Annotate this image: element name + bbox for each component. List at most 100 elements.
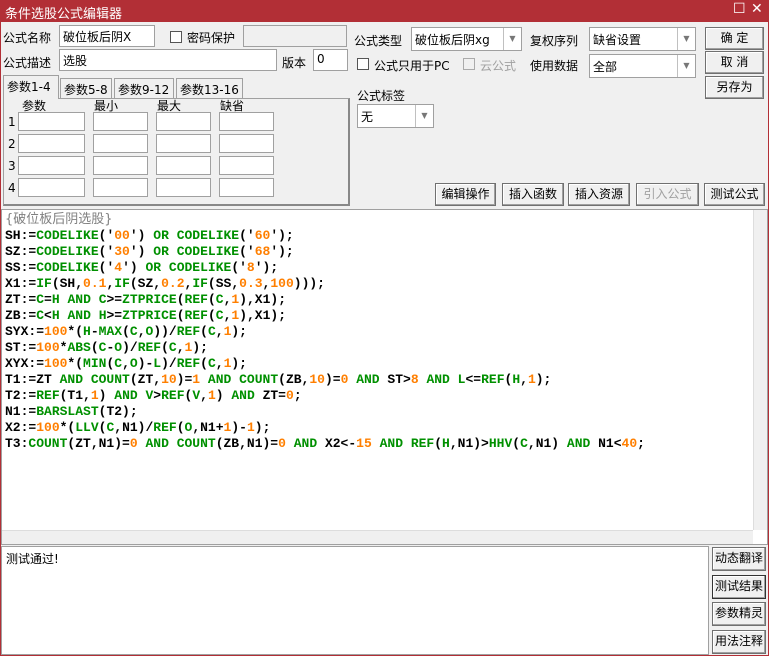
code-token: H [83,324,91,339]
password-checkbox[interactable] [170,31,182,43]
import-formula-button[interactable]: 引入公式 [636,183,699,206]
code-token: REF [36,388,60,403]
data-select[interactable]: 全部 ▼ [589,54,696,78]
result-text: 测试通过! [6,552,59,566]
code-token: REF [176,356,201,371]
rights-select[interactable]: 缺省设置 ▼ [589,27,696,51]
code-token: (SS, [207,276,240,291]
code-token: ; [637,436,645,451]
param-min-input[interactable] [93,156,148,175]
tag-select[interactable]: 无 ▼ [357,104,434,128]
param-max-input[interactable] [156,112,211,131]
param-max-input[interactable] [156,156,211,175]
maximize-icon[interactable]: ☐ [733,1,746,17]
code-token: 40 [621,436,638,451]
version-input[interactable]: 0 [313,49,348,71]
usage-notes-button[interactable]: 用法注释 [712,630,766,654]
code-token: CODELIKE [176,244,240,259]
vertical-scrollbar[interactable] [753,210,767,530]
insert-function-button[interactable]: 插入函数 [502,183,564,206]
code-token: ( [176,292,185,307]
name-input[interactable]: 破位板后阴X [59,25,155,47]
code-token: AND [114,388,138,403]
code-token: 100 [44,324,68,339]
desc-input[interactable]: 选股 [59,49,277,71]
test-formula-button[interactable]: 测试公式 [704,183,765,206]
code-token: , [520,372,528,387]
tab-params-1-4[interactable]: 参数1-4 [3,75,59,99]
code-line: ZB:=C<H AND H>=ZTPRICE(REF(C,1),X1); [5,308,645,324]
code-token: AND [426,372,450,387]
param-name-input[interactable] [18,178,85,197]
code-token: 1 [207,388,216,403]
code-line: {破位板后阴选股} [5,212,645,228]
code-token: ,N1)/ [114,420,154,435]
close-icon[interactable]: ✕ [751,1,763,17]
code-editor[interactable]: {破位板后阴选股} SH:=CODELIKE('00') OR CODELIKE(… [1,209,768,545]
code-token: O [129,356,138,371]
code-text[interactable]: {破位板后阴选股} SH:=CODELIKE('00') OR CODELIKE(… [5,212,645,452]
code-token: IF [192,276,208,291]
password-input[interactable] [243,25,347,47]
code-token: X1:= [5,276,37,291]
horizontal-scrollbar[interactable] [2,530,753,544]
code-token: SS:= [5,260,37,275]
code-token: 0.2 [161,276,185,291]
code-token: REF [184,292,208,307]
param-min-input[interactable] [93,134,148,153]
param-default-input[interactable] [219,156,274,175]
code-token: ST> [379,372,411,387]
code-line: SYX:=100*(H-MAX(C,O))/REF(C,1); [5,324,645,340]
param-wizard-button[interactable]: 参数精灵 [712,602,766,626]
code-token: )= [324,372,341,387]
chevron-down-icon: ▼ [503,28,521,50]
tab-params-9-12[interactable]: 参数9-12 [114,78,174,98]
code-token: COUNT [90,372,130,387]
save-as-button[interactable]: 另存为 [705,76,764,99]
cloud-checkbox[interactable] [463,58,475,70]
code-token: (' [239,228,255,243]
code-token: ( [200,356,208,371]
cancel-button[interactable]: 取 消 [705,51,764,74]
param-max-input[interactable] [156,134,211,153]
param-min-input[interactable] [93,178,148,197]
code-token: (SZ, [129,276,162,291]
tab-params-5-8[interactable]: 参数5-8 [60,78,112,98]
code-token: ') [129,228,154,243]
param-default-input[interactable] [219,178,274,197]
type-select[interactable]: 破位板后阴xg ▼ [411,27,522,51]
tab-params-13-16[interactable]: 参数13-16 [176,78,243,98]
test-result-button[interactable]: 测试结果 [712,575,766,599]
chevron-down-icon: ▼ [677,28,695,50]
code-token: ZTPRICE [122,292,177,307]
code-token: H [51,308,60,323]
ok-button[interactable]: 确 定 [705,27,764,50]
code-token: H [442,436,450,451]
code-token: >= [106,292,123,307]
param-name-input[interactable] [18,156,85,175]
code-token: AND [293,436,318,451]
code-token: AND [231,388,255,403]
code-token: ( [176,308,185,323]
param-name-input[interactable] [18,134,85,153]
code-token: ABS [67,340,91,355]
code-token: AND [145,436,169,451]
pc-only-checkbox[interactable] [357,58,369,70]
code-token: CODELIKE [36,260,99,275]
code-token: )- [231,420,247,435]
code-token: (T2); [98,404,138,419]
param-default-input[interactable] [219,112,274,131]
param-default-input[interactable] [219,134,274,153]
dynamic-translate-button[interactable]: 动态翻译 [712,547,766,571]
param-name-input[interactable] [18,112,85,131]
param-max-input[interactable] [156,178,211,197]
edit-ops-button[interactable]: 编辑操作 [435,183,496,206]
param-row-number: 2 [8,137,16,151]
param-min-input[interactable] [93,112,148,131]
insert-resource-button[interactable]: 插入资源 [568,183,630,206]
code-token: ( [434,436,443,451]
